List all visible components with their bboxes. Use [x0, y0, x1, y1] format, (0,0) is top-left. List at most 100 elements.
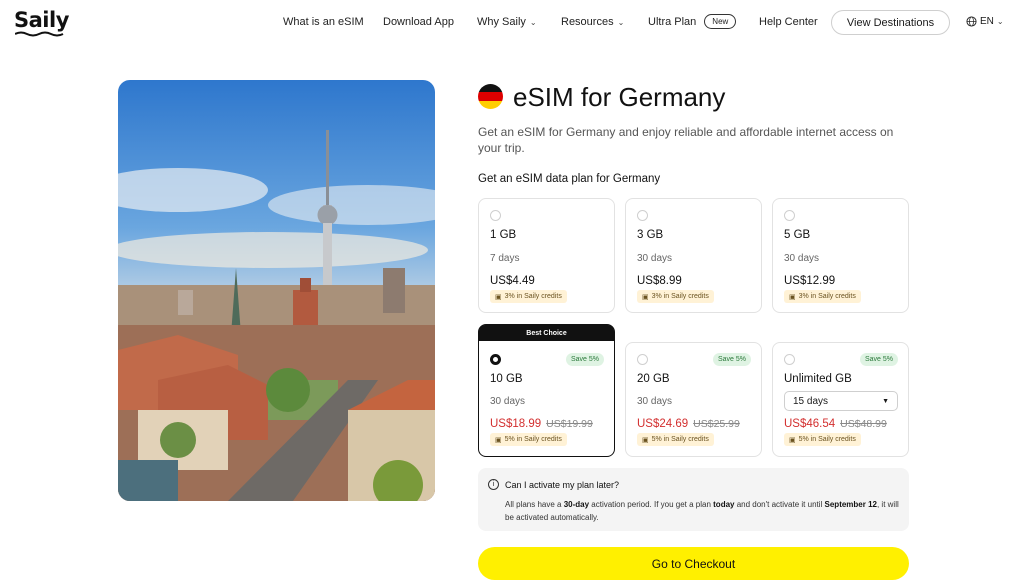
credits-badge: ▣ 3% in Saily credits: [784, 290, 861, 303]
nav-why-saily[interactable]: Why Saily ⌄: [477, 16, 537, 28]
save-badge: Save 5%: [859, 353, 898, 366]
credits-badge: ▣ 3% in Saily credits: [490, 290, 567, 303]
sale-price: US$18.99: [490, 418, 542, 430]
info-text: All plans have a: [505, 500, 564, 509]
globe-icon: [966, 16, 977, 27]
wallet-icon: ▣: [495, 436, 502, 444]
credits-badge: ▣ 5% in Saily credits: [637, 433, 714, 446]
plan-data-amount: 5 GB: [784, 229, 811, 241]
germany-flag-icon: [478, 84, 503, 109]
duration-select[interactable]: 15 days ▼: [784, 391, 898, 411]
saily-logo[interactable]: Saily: [14, 8, 69, 32]
sale-price: US$46.54: [784, 418, 836, 430]
plan-price: US$12.99: [784, 275, 836, 287]
plan-radio[interactable]: [784, 210, 795, 221]
nav-label: Ultra Plan: [648, 15, 697, 28]
old-price: US$19.99: [546, 418, 593, 430]
checkout-button[interactable]: Go to Checkout: [478, 547, 909, 580]
chevron-down-icon: ⌄: [996, 17, 1004, 26]
plan-data-amount: 10 GB: [490, 373, 523, 385]
nav-ultra-plan[interactable]: Ultra Plan New: [648, 14, 737, 29]
language-selector[interactable]: EN ⌄: [966, 16, 1004, 27]
credits-badge: ▣ 5% in Saily credits: [490, 433, 567, 446]
credits-label: 5% in Saily credits: [504, 436, 562, 443]
nav-resources[interactable]: Resources ⌄: [561, 16, 624, 28]
berlin-skyline-image: [118, 80, 435, 501]
plan-data-amount: 20 GB: [637, 373, 670, 385]
plan-card-20gb[interactable]: Save 5% 20 GB 30 days US$24.69 US$25.99 ▣…: [625, 342, 762, 457]
sale-price: US$24.69: [637, 418, 689, 430]
info-question: Can I activate my plan later?: [505, 480, 620, 490]
plan-radio[interactable]: [784, 354, 795, 365]
plan-data-amount: 1 GB: [490, 229, 517, 241]
credits-label: 3% in Saily credits: [504, 293, 562, 300]
nav-what-is-esim[interactable]: What is an eSIM: [283, 16, 364, 28]
berlin-illustration: [118, 130, 435, 501]
save-badge: Save 5%: [712, 353, 751, 366]
new-badge: New: [704, 14, 737, 29]
plan-radio[interactable]: [637, 210, 648, 221]
info-highlight: September 12: [824, 500, 877, 509]
nav-label: Help Center: [759, 16, 818, 28]
plans-section-label: Get an eSIM data plan for Germany: [478, 173, 661, 185]
credits-label: 3% in Saily credits: [651, 293, 709, 300]
caret-down-icon: ▼: [882, 397, 889, 405]
info-icon: i: [488, 479, 499, 490]
chevron-down-icon: ⌄: [617, 17, 625, 27]
plan-price: US$46.54 US$48.99: [784, 418, 887, 430]
info-text: activation period. If you get a plan: [589, 500, 714, 509]
save-badge: Save 5%: [565, 353, 604, 366]
page-subtitle: Get an eSIM for Germany and enjoy reliab…: [478, 125, 894, 155]
plan-card-5gb[interactable]: 5 GB 30 days US$12.99 ▣ 3% in Saily credi…: [772, 198, 909, 313]
plan-duration: 30 days: [490, 396, 526, 407]
plan-duration: 30 days: [637, 396, 673, 407]
wallet-icon: ▣: [642, 293, 649, 301]
duration-select-value: 15 days: [793, 395, 829, 407]
view-destinations-button[interactable]: View Destinations: [831, 10, 950, 35]
logo-wave-icon: [15, 31, 64, 37]
wallet-icon: ▣: [789, 293, 796, 301]
wallet-icon: ▣: [495, 293, 502, 301]
plan-duration: 30 days: [784, 253, 820, 264]
info-highlight: 30-day: [563, 500, 590, 509]
nav-label: Resources: [561, 16, 614, 28]
plan-card-10gb[interactable]: Best Choice Save 5% 10 GB 30 days US$18.…: [478, 324, 615, 457]
plan-card-1gb[interactable]: 1 GB 7 days US$4.49 ▣ 3% in Saily credits: [478, 198, 615, 313]
nav-label: Why Saily: [477, 16, 526, 28]
site-header: Saily What is an eSIM Download App Why S…: [0, 0, 1024, 46]
old-price: US$48.99: [840, 418, 887, 430]
nav-label: What is an eSIM: [283, 16, 364, 28]
nav-download-app[interactable]: Download App: [383, 16, 454, 28]
plan-price: US$4.49: [490, 275, 535, 287]
nav-label: Download App: [383, 16, 454, 28]
plan-duration: 7 days: [490, 253, 520, 264]
page-title: eSIM for Germany: [513, 82, 726, 112]
plan-card-unlimited[interactable]: Save 5% Unlimited GB 15 days ▼ US$46.54 US…: [772, 342, 909, 457]
plan-price: US$8.99: [637, 275, 682, 287]
best-choice-label: Best Choice: [479, 325, 614, 341]
info-answer: All plans have a 30-day activation perio…: [505, 498, 900, 524]
activation-info-box: i Can I activate my plan later? All plan…: [478, 468, 909, 531]
plan-price: US$24.69 US$25.99: [637, 418, 740, 430]
plan-radio-selected[interactable]: [490, 354, 501, 365]
wallet-icon: ▣: [642, 436, 649, 444]
old-price: US$25.99: [693, 418, 740, 430]
credits-badge: ▣ 3% in Saily credits: [637, 290, 714, 303]
wallet-icon: ▣: [789, 436, 796, 444]
plan-card-3gb[interactable]: 3 GB 30 days US$8.99 ▣ 3% in Saily credit…: [625, 198, 762, 313]
language-label: EN: [980, 16, 994, 27]
credits-label: 5% in Saily credits: [798, 436, 856, 443]
plan-duration: 30 days: [637, 253, 673, 264]
plan-radio[interactable]: [490, 210, 501, 221]
nav-help-center[interactable]: Help Center: [759, 16, 818, 28]
credits-badge: ▣ 5% in Saily credits: [784, 433, 861, 446]
plan-data-amount: 3 GB: [637, 229, 664, 241]
plan-price: US$18.99 US$19.99: [490, 418, 593, 430]
info-text: and don't activate it until: [734, 500, 825, 509]
chevron-down-icon: ⌄: [529, 17, 537, 27]
credits-label: 3% in Saily credits: [798, 293, 856, 300]
plan-radio[interactable]: [637, 354, 648, 365]
credits-label: 5% in Saily credits: [651, 436, 709, 443]
info-highlight: today: [713, 500, 735, 509]
plan-data-amount: Unlimited GB: [784, 373, 852, 385]
